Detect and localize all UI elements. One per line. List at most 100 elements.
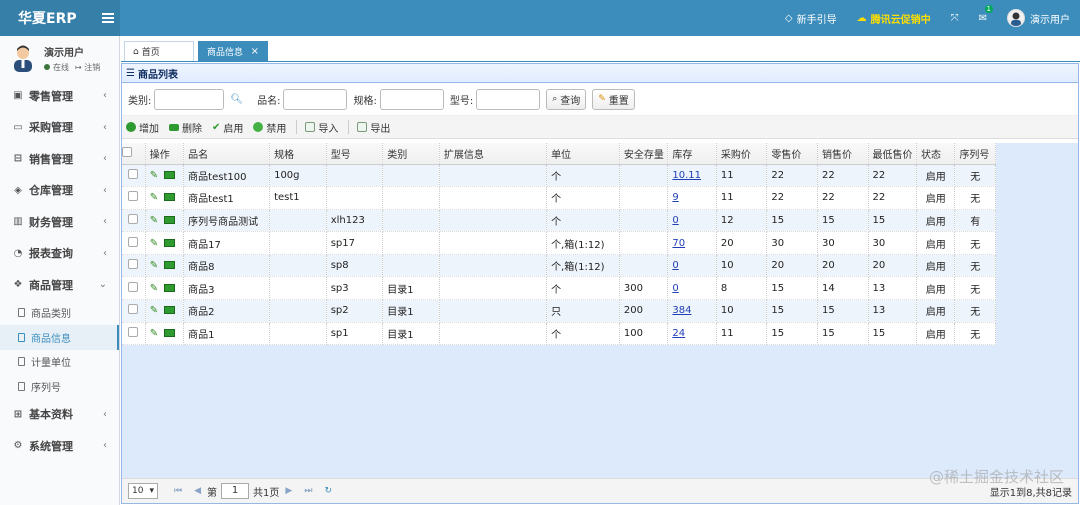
disable-button[interactable]: 禁用 [253, 120, 286, 135]
table-row[interactable]: ✎ 商品test100 100g 个 10.11 11 22 22 22 启用无 [122, 164, 996, 188]
enable-button[interactable]: ✔ 启用 [212, 120, 243, 135]
stock-link[interactable]: 384 [672, 305, 691, 316]
edit-icon[interactable]: ✎ [150, 283, 158, 294]
sidebar-subitem-goods-info[interactable]: 商品信息 [0, 325, 119, 350]
column-header[interactable]: 单位 [546, 143, 620, 165]
row-checkbox[interactable] [122, 231, 146, 255]
edit-icon[interactable]: ✎ [150, 215, 158, 226]
column-header[interactable]: 安全存量 [619, 143, 669, 165]
export-button[interactable]: 导出 [357, 120, 390, 135]
sidebar-subitem-unit[interactable]: 计量单位 [0, 350, 119, 375]
stock-link[interactable]: 9 [672, 192, 678, 203]
mail-button[interactable]: ✉ 1 [969, 0, 997, 36]
delete-button[interactable]: 删除 [169, 120, 202, 135]
sidebar-item-warehouse[interactable]: ◈ 仓库管理 ‹ [0, 175, 119, 207]
detail-icon[interactable] [164, 170, 176, 179]
column-header[interactable]: 销售价 [817, 143, 869, 165]
table-row[interactable]: ✎ 商品3 sp3 目录1 个 300 0 8 15 14 13 启用无 [122, 276, 996, 301]
page-size-select[interactable]: 10 ▾ [128, 483, 158, 499]
row-checkbox[interactable] [122, 322, 146, 346]
edit-icon[interactable]: ✎ [150, 305, 158, 316]
column-header[interactable]: 最低售价 [868, 143, 918, 165]
stock-link[interactable]: 0 [672, 283, 678, 294]
sidebar-user-name: 演示用户 [44, 47, 84, 59]
select-all-checkbox[interactable] [122, 143, 146, 165]
table-row[interactable]: ✎ 序列号商品测试 xlh123 个 0 12 15 15 15 启用有 [122, 209, 996, 233]
name-input[interactable] [283, 88, 348, 110]
detail-icon[interactable] [164, 328, 176, 337]
row-checkbox[interactable] [122, 276, 146, 301]
edit-icon[interactable]: ✎ [150, 192, 158, 203]
guide-link[interactable]: ◇ 新手引导 [775, 0, 847, 36]
column-header[interactable]: 品名 [183, 143, 271, 165]
detail-icon[interactable] [164, 306, 176, 315]
stock-link[interactable]: 10.11 [672, 170, 701, 181]
model-input[interactable] [476, 88, 541, 110]
edit-icon[interactable]: ✎ [150, 170, 158, 181]
edit-icon[interactable]: ✎ [150, 328, 158, 339]
refresh-icon[interactable]: ↻ [324, 486, 332, 496]
row-checkbox[interactable] [122, 299, 146, 323]
column-header[interactable]: 扩展信息 [439, 143, 548, 165]
column-header[interactable]: 采购价 [716, 143, 768, 165]
cell-spec [269, 299, 327, 323]
next-page-icon[interactable]: ▶ [285, 486, 292, 496]
logout-link[interactable]: ↦ 注销 [75, 62, 100, 73]
detail-icon[interactable] [164, 238, 176, 247]
detail-icon[interactable] [164, 283, 176, 292]
fullscreen-button[interactable]: ⤧ [941, 0, 969, 36]
table-row[interactable]: ✎ 商品2 sp2 目录1 只 200 384 10 15 15 13 启用无 [122, 299, 996, 323]
column-header[interactable]: 型号 [326, 143, 384, 165]
edit-icon[interactable]: ✎ [150, 238, 158, 249]
close-icon[interactable]: × [251, 46, 259, 57]
row-checkbox[interactable] [122, 164, 146, 188]
sidebar-item-goods[interactable]: ❖ 商品管理 ⌄ [0, 269, 119, 301]
first-page-icon[interactable]: ⏮ [174, 486, 182, 496]
stock-link[interactable]: 0 [672, 215, 678, 226]
sidebar-toggle-button[interactable] [90, 0, 126, 36]
column-header[interactable]: 状态 [916, 143, 956, 165]
table-row[interactable]: ✎ 商品17 sp17 个,箱(1:12) 70 20 30 30 30 启用无 [122, 231, 996, 255]
tab-goods-info[interactable]: 商品信息 × [198, 41, 268, 61]
table-row[interactable]: ✎ 商品1 sp1 目录1 个 100 24 11 15 15 15 启用无 [122, 322, 996, 346]
promo-link[interactable]: ☁ 腾讯云促销中 [847, 0, 941, 36]
stock-link[interactable]: 0 [672, 260, 678, 271]
stock-link[interactable]: 70 [672, 238, 685, 249]
sidebar-item-system[interactable]: ⚙ 系统管理 ‹ [0, 430, 119, 462]
prev-page-icon[interactable]: ◀ [194, 486, 201, 496]
import-button[interactable]: 导入 [305, 120, 338, 135]
sidebar-item-sales[interactable]: ⊟ 销售管理 ‹ [0, 143, 119, 175]
column-header[interactable]: 库存 [667, 143, 717, 165]
search-icon[interactable]: 🔍︎ [230, 94, 243, 105]
column-header[interactable]: 规格 [269, 143, 327, 165]
column-header[interactable]: 零售价 [766, 143, 818, 165]
detail-icon[interactable] [164, 215, 176, 224]
sidebar-item-finance[interactable]: ▥ 财务管理 ‹ [0, 206, 119, 238]
table-row[interactable]: ✎ 商品8 sp8 个,箱(1:12) 0 10 20 20 20 启用无 [122, 254, 996, 278]
sidebar-item-purchase[interactable]: ▭ 采购管理 ‹ [0, 112, 119, 144]
query-button[interactable]: ⌕ 查询 [546, 88, 587, 110]
row-checkbox[interactable] [122, 254, 146, 278]
page-number-input[interactable]: 1 [221, 483, 250, 499]
spec-input[interactable] [379, 88, 444, 110]
stock-link[interactable]: 24 [672, 328, 685, 339]
category-input[interactable] [154, 88, 225, 110]
sidebar-item-basic[interactable]: ⊞ 基本资料 ‹ [0, 399, 119, 431]
column-header[interactable]: 类别 [382, 143, 440, 165]
last-page-icon[interactable]: ⏭ [304, 486, 312, 496]
row-checkbox[interactable] [122, 209, 146, 233]
user-menu[interactable]: 演示用户 [997, 0, 1080, 36]
detail-icon[interactable] [164, 261, 176, 270]
add-button[interactable]: 增加 [126, 120, 159, 135]
sidebar-subitem-serial[interactable]: 序列号 [0, 374, 119, 399]
reset-button[interactable]: ✎ 重置 [592, 88, 635, 110]
detail-icon[interactable] [164, 193, 176, 202]
column-header[interactable]: 序列号 [954, 143, 996, 165]
sidebar-item-report[interactable]: ◔ 报表查询 ‹ [0, 238, 119, 270]
sidebar-subitem-category[interactable]: 商品类别 [0, 301, 119, 326]
sidebar-item-retail[interactable]: ▣ 零售管理 ‹ [0, 80, 119, 112]
edit-icon[interactable]: ✎ [150, 260, 158, 271]
tab-home[interactable]: ⌂ 首页 [124, 41, 194, 61]
row-checkbox[interactable] [122, 186, 146, 210]
table-row[interactable]: ✎ 商品test1 test1 个 9 11 22 22 22 启用无 [122, 186, 996, 210]
